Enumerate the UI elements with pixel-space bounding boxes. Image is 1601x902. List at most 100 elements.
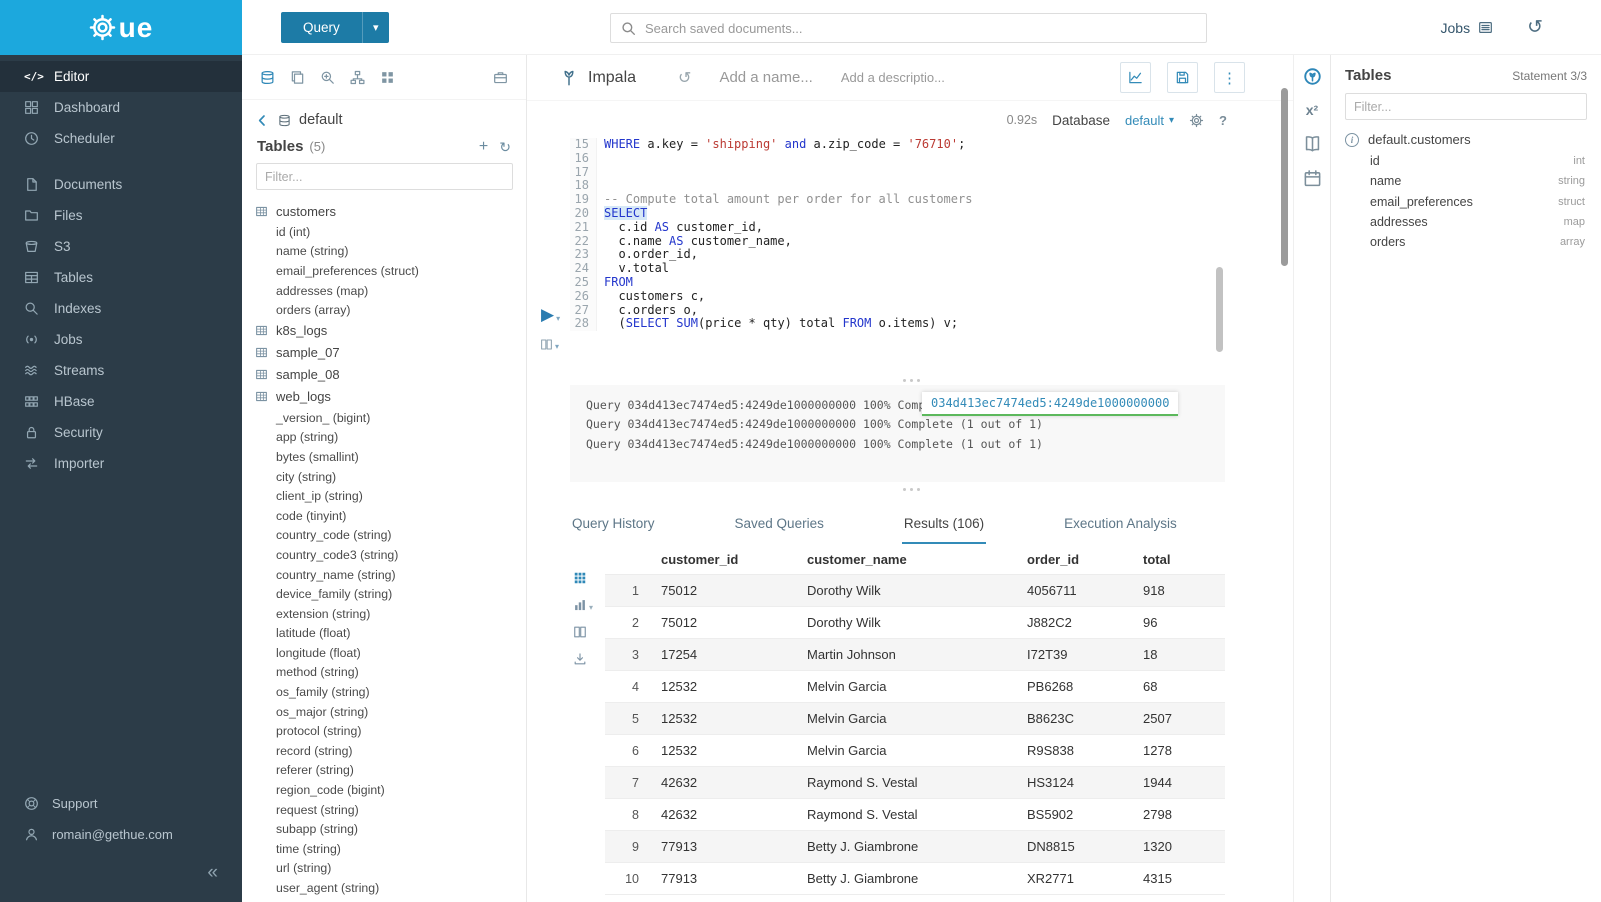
sidebar-item-tables[interactable]: Tables <box>0 262 242 293</box>
query-description-input[interactable]: Add a descriptio... <box>841 70 1120 85</box>
column-item[interactable]: city (string) <box>255 467 526 487</box>
chart-view-icon[interactable]: ▾ <box>573 598 593 612</box>
sidebar-item-editor[interactable]: </>Editor <box>0 61 242 92</box>
chart-button[interactable] <box>1120 62 1151 93</box>
column-item[interactable]: os_major (string) <box>255 702 526 722</box>
sidebar-item-importer[interactable]: Importer <box>0 448 242 479</box>
sidebar-item-security[interactable]: Security <box>0 417 242 448</box>
add-table-icon[interactable]: + <box>479 139 488 155</box>
column-item[interactable]: country_name (string) <box>255 565 526 585</box>
sidebar-item-documents[interactable]: Documents <box>0 169 242 200</box>
column-item[interactable]: region_code (bigint) <box>255 780 526 800</box>
column-item[interactable]: bytes (smallint) <box>255 447 526 467</box>
right-filter-input[interactable] <box>1345 93 1587 120</box>
apps-grid-icon[interactable] <box>380 70 395 85</box>
impala-assist-icon[interactable] <box>1303 67 1322 86</box>
column-item[interactable]: code (tinyint) <box>255 506 526 526</box>
grid-view-icon[interactable] <box>573 571 593 585</box>
results-header-customer-id[interactable]: customer_id <box>653 545 799 575</box>
column-item[interactable]: os_family (string) <box>255 682 526 702</box>
column-item[interactable]: country_code (string) <box>255 526 526 546</box>
sidebar-item-dashboard[interactable]: Dashboard <box>0 92 242 123</box>
resize-grip-top[interactable] <box>910 379 913 382</box>
result-row[interactable]: 1077913Betty J. GiambroneXR27714315 <box>605 863 1225 895</box>
sidebar-item-indexes[interactable]: Indexes <box>0 293 242 324</box>
schedule-icon[interactable] <box>1303 169 1322 188</box>
documents-copy-icon[interactable] <box>290 70 305 85</box>
database-selector[interactable]: default ▾ <box>1125 113 1174 128</box>
sidebar-item-support[interactable]: Support <box>0 788 242 819</box>
result-row[interactable]: 977913Betty J. GiambroneDN88151320 <box>605 831 1225 863</box>
result-row[interactable]: 842632Raymond S. VestalBS59022798 <box>605 799 1225 831</box>
tab-execution-analysis[interactable]: Execution Analysis <box>1062 505 1179 544</box>
results-header-order-id[interactable]: order_id <box>1019 545 1135 575</box>
sidebar-item-streams[interactable]: Streams <box>0 355 242 386</box>
settings-gear-icon[interactable] <box>1189 113 1204 128</box>
result-row[interactable]: 612532Melvin GarciaR9S8381278 <box>605 735 1225 767</box>
code-editor[interactable]: 1516171819202122232425262728 WHERE a.key… <box>570 138 1223 331</box>
column-item-id[interactable]: idint <box>1345 151 1587 171</box>
column-item[interactable]: extension (string) <box>255 604 526 624</box>
query-button[interactable]: Query <box>281 12 362 43</box>
hue-logo[interactable]: ue <box>0 0 242 55</box>
result-row[interactable]: 742632Raymond S. VestalHS31241944 <box>605 767 1225 799</box>
sidebar-item-hbase[interactable]: HBase <box>0 386 242 417</box>
resize-grip-bottom[interactable] <box>910 488 913 491</box>
query-history-icon[interactable]: ↺ <box>678 68 691 88</box>
functions-icon[interactable]: x² <box>1306 102 1318 118</box>
active-table[interactable]: i default.customers <box>1345 132 1587 147</box>
table-item-sample-07[interactable]: sample_07 <box>255 342 526 364</box>
editor-options-button[interactable]: ▾ <box>540 338 559 351</box>
jobs-link[interactable]: Jobs <box>1441 20 1494 36</box>
column-item[interactable]: client_ip (string) <box>255 486 526 506</box>
sidebar-item-jobs[interactable]: Jobs <box>0 324 242 355</box>
table-item-k8s-logs[interactable]: k8s_logs <box>255 320 526 342</box>
download-icon[interactable] <box>573 652 593 666</box>
result-row[interactable]: 317254Martin JohnsonI72T3918 <box>605 639 1225 671</box>
columns-view-icon[interactable] <box>573 625 593 639</box>
search-zoom-icon[interactable] <box>320 70 335 85</box>
sidebar-collapse-button[interactable]: « <box>207 862 218 883</box>
column-item[interactable]: referer (string) <box>255 761 526 781</box>
search-input[interactable] <box>645 21 1196 36</box>
result-row[interactable]: 175012Dorothy Wilk4056711918 <box>605 575 1225 607</box>
column-item-addresses[interactable]: addressesmap <box>1345 212 1587 232</box>
sidebar-item-user[interactable]: romain@gethue.com <box>0 819 242 850</box>
sidebar-item-s3[interactable]: S3 <box>0 231 242 262</box>
column-item[interactable]: _version_ (bigint) <box>255 408 526 428</box>
query-id-overlay[interactable]: 034d413ec7474ed5:4249de1000000000 <box>922 392 1178 416</box>
refresh-icon[interactable]: ↻ <box>499 140 511 154</box>
column-item[interactable]: country_code3 (string) <box>255 545 526 565</box>
column-item[interactable]: id (int) <box>255 222 526 242</box>
column-item-name[interactable]: namestring <box>1345 171 1587 191</box>
column-item[interactable]: protocol (string) <box>255 721 526 741</box>
column-item[interactable]: user_agent (string) <box>255 878 526 898</box>
column-item-email-preferences[interactable]: email_preferencesstruct <box>1345 192 1587 212</box>
table-item-customers[interactable]: customers <box>255 200 526 222</box>
tab-query-history[interactable]: Query History <box>570 505 657 544</box>
column-item[interactable]: request (string) <box>255 800 526 820</box>
column-item[interactable]: orders (array) <box>255 300 526 320</box>
result-row[interactable]: 412532Melvin GarciaPB626868 <box>605 671 1225 703</box>
results-header-customer-name[interactable]: customer_name <box>799 545 1019 575</box>
sitemap-icon[interactable] <box>350 70 365 85</box>
table-item-web-logs[interactable]: web_logs <box>255 386 526 408</box>
query-dropdown-button[interactable]: ▾ <box>362 12 389 43</box>
more-actions-button[interactable]: ⋮ <box>1214 62 1245 93</box>
briefcase-icon[interactable] <box>493 70 508 85</box>
breadcrumb-database[interactable]: default <box>299 112 343 128</box>
back-chevron-icon[interactable] <box>255 113 270 128</box>
result-row[interactable]: 275012Dorothy WilkJ882C296 <box>605 607 1225 639</box>
main-scrollbar[interactable] <box>1281 88 1288 266</box>
column-item[interactable]: record (string) <box>255 741 526 761</box>
column-item[interactable]: subapp (string) <box>255 819 526 839</box>
column-item[interactable]: longitude (float) <box>255 643 526 663</box>
column-item[interactable]: url (string) <box>255 859 526 879</box>
language-reference-icon[interactable] <box>1303 134 1322 153</box>
result-row[interactable]: 512532Melvin GarciaB8623C2507 <box>605 703 1225 735</box>
column-item[interactable]: app (string) <box>255 428 526 448</box>
run-query-button[interactable]: ▶ ▾ <box>541 306 560 323</box>
column-item[interactable]: latitude (float) <box>255 624 526 644</box>
column-item[interactable]: name (string) <box>255 242 526 262</box>
editor-scrollbar[interactable] <box>1216 267 1223 352</box>
